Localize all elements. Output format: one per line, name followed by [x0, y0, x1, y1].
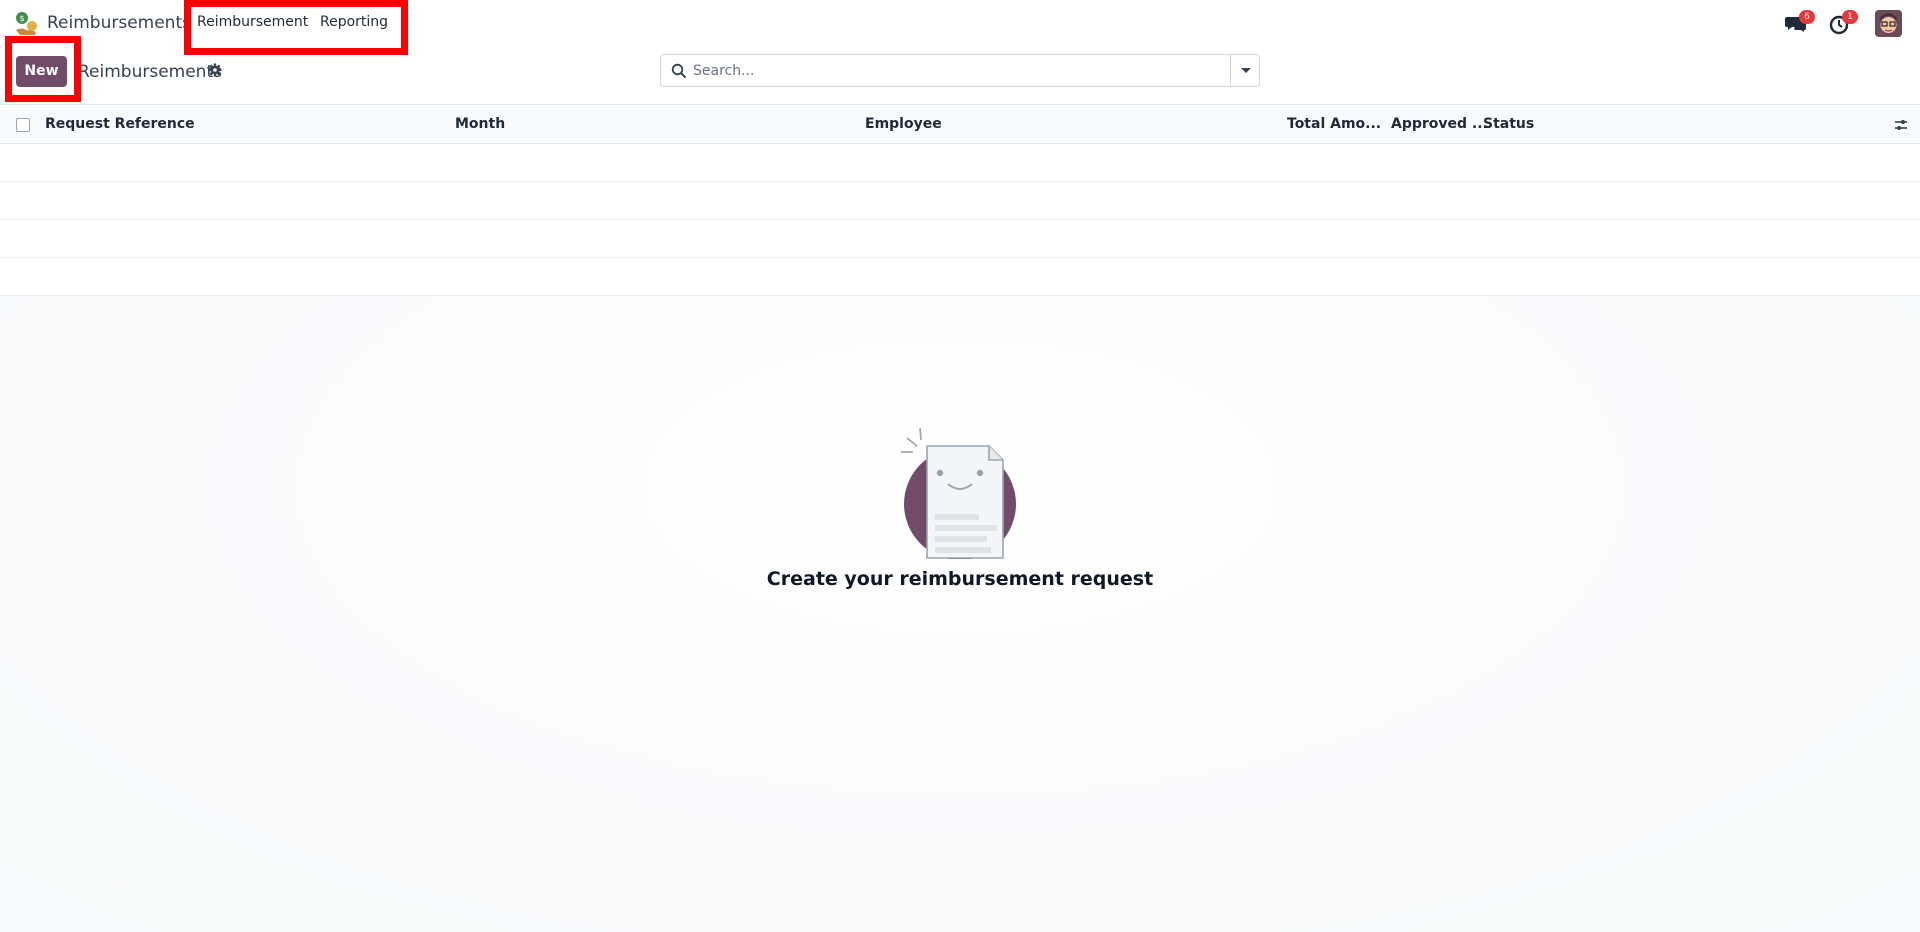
avatar-face-icon — [1875, 10, 1902, 37]
empty-state: Create your reimbursement request — [0, 296, 1920, 932]
select-all-checkbox[interactable] — [16, 118, 30, 132]
empty-row — [0, 258, 1920, 296]
money-hand-icon[interactable]: $ — [12, 10, 40, 38]
column-status[interactable]: Status — [1483, 116, 1534, 132]
user-avatar[interactable] — [1875, 10, 1902, 37]
column-total-amount[interactable]: Total Amo... — [1287, 116, 1381, 132]
empty-state-title: Create your reimbursement request — [766, 568, 1154, 590]
search-bar[interactable] — [660, 54, 1260, 87]
column-employee[interactable]: Employee — [865, 116, 942, 132]
gear-icon[interactable] — [208, 63, 222, 77]
svg-text:$: $ — [19, 14, 24, 23]
empty-row — [0, 144, 1920, 182]
list-view: Request Reference Month Employee Total A… — [0, 104, 1920, 296]
list-header: Request Reference Month Employee Total A… — [0, 104, 1920, 144]
search-input[interactable] — [693, 60, 1213, 82]
search-options-toggle[interactable] — [1230, 55, 1259, 86]
empty-row — [0, 182, 1920, 220]
optional-columns-icon[interactable] — [1893, 117, 1909, 133]
column-approved-amount[interactable]: Approved ... — [1391, 116, 1488, 132]
column-request-reference[interactable]: Request Reference — [45, 116, 195, 132]
search-icon — [671, 63, 687, 79]
highlight-box-menu — [184, 0, 408, 55]
activities-badge: 1 — [1842, 10, 1858, 24]
breadcrumb: Reimbursements — [78, 62, 222, 82]
column-month[interactable]: Month — [455, 116, 505, 132]
empty-row — [0, 220, 1920, 258]
app-name[interactable]: Reimbursements — [47, 13, 191, 33]
messages-badge: 6 — [1799, 10, 1815, 24]
empty-document-illustration — [901, 427, 1016, 559]
highlight-box-new-button — [5, 36, 81, 102]
